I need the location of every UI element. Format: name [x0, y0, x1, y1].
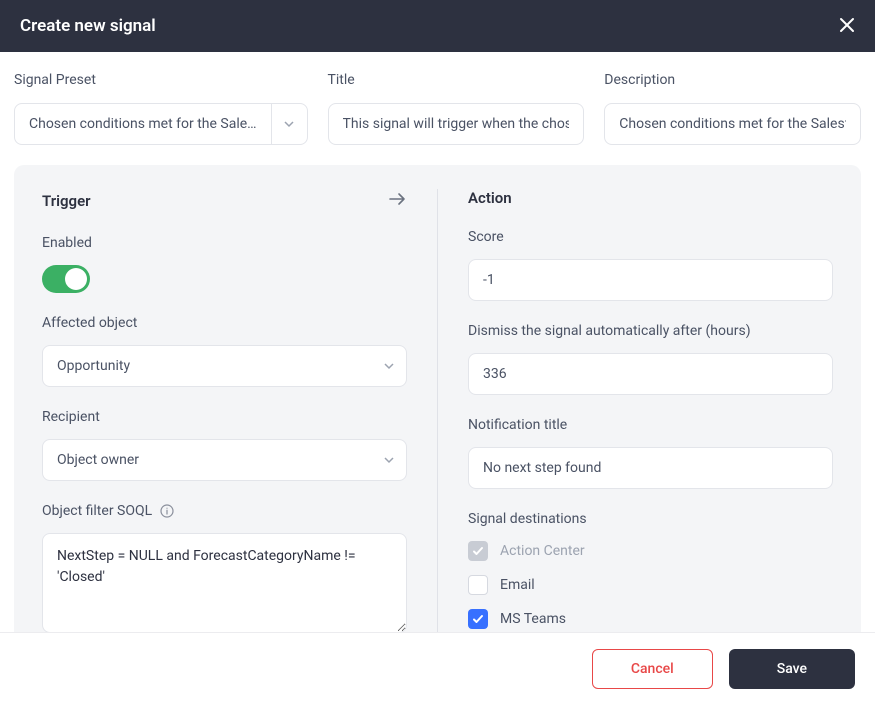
toggle-knob [65, 268, 87, 290]
destination-ms-teams: MS Teams [468, 609, 833, 629]
chevron-down-icon [383, 454, 395, 466]
score-input[interactable] [468, 259, 833, 301]
info-icon[interactable] [160, 504, 174, 518]
trigger-column: Trigger Enabled Affected object Opportun… [42, 189, 407, 633]
description-label: Description [604, 72, 861, 88]
destination-email: Email [468, 575, 833, 595]
ms-teams-checkbox[interactable] [468, 609, 488, 629]
recipient-value: Object owner [43, 452, 372, 468]
recipient-select[interactable]: Object owner [42, 439, 407, 481]
cancel-button[interactable]: Cancel [592, 649, 713, 689]
title-input[interactable] [328, 103, 585, 145]
soql-label: Object filter SOQL [42, 503, 407, 519]
enabled-toggle[interactable] [42, 265, 90, 293]
check-icon [472, 545, 484, 557]
top-fields: Signal Preset Chosen conditions met for … [0, 52, 875, 165]
signal-preset-select[interactable]: Chosen conditions met for the Sale… [14, 103, 308, 145]
action-column: Action Score Dismiss the signal automati… [437, 189, 833, 633]
chevron-down-icon [283, 118, 295, 130]
destination-action-center: Action Center [468, 541, 833, 561]
signal-preset-field: Signal Preset Chosen conditions met for … [14, 72, 308, 145]
chevron-down-icon [383, 360, 395, 372]
email-label: Email [500, 577, 535, 593]
close-button[interactable] [839, 16, 855, 36]
description-input[interactable] [604, 103, 861, 145]
notification-title-input[interactable] [468, 447, 833, 489]
affected-object-select[interactable]: Opportunity [42, 345, 407, 387]
main-panel: Trigger Enabled Affected object Opportun… [14, 165, 861, 657]
close-icon [839, 17, 855, 33]
recipient-label: Recipient [42, 409, 407, 425]
dialog-header: Create new signal [0, 0, 875, 52]
signal-preset-value: Chosen conditions met for the Sale… [15, 116, 271, 132]
dismiss-label: Dismiss the signal automatically after (… [468, 323, 833, 339]
select-arrow-wrap [271, 104, 307, 144]
title-label: Title [328, 72, 585, 88]
ms-teams-label: MS Teams [500, 611, 566, 627]
action-center-checkbox [468, 541, 488, 561]
dismiss-input[interactable] [468, 353, 833, 395]
soql-label-text: Object filter SOQL [42, 503, 152, 519]
check-icon [472, 613, 484, 625]
score-label: Score [468, 229, 833, 245]
action-heading: Action [468, 189, 833, 207]
destinations-label: Signal destinations [468, 511, 833, 527]
signal-preset-label: Signal Preset [14, 72, 308, 88]
title-field: Title [328, 72, 585, 145]
email-checkbox[interactable] [468, 575, 488, 595]
action-center-label: Action Center [500, 543, 585, 559]
dialog-title: Create new signal [20, 16, 156, 36]
save-button[interactable]: Save [729, 649, 855, 689]
description-field: Description [604, 72, 861, 145]
notification-title-label: Notification title [468, 417, 833, 433]
trigger-heading: Trigger [42, 192, 91, 210]
dialog-footer: Cancel Save [0, 632, 875, 705]
affected-object-value: Opportunity [43, 358, 372, 374]
affected-object-label: Affected object [42, 315, 407, 331]
enabled-label: Enabled [42, 235, 407, 251]
soql-textarea[interactable] [42, 533, 407, 633]
arrow-right-icon [387, 189, 407, 213]
